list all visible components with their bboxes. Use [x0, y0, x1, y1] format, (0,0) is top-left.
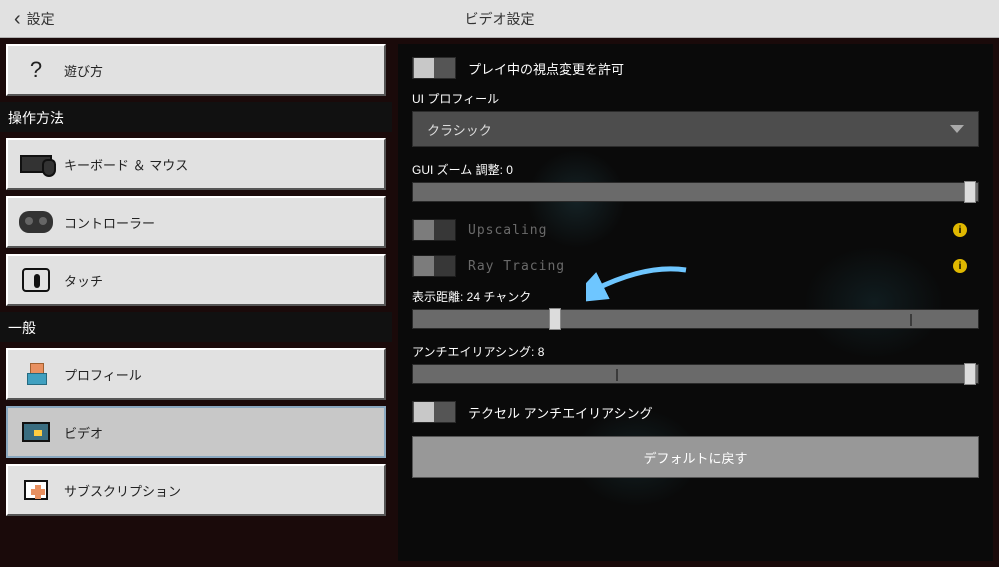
gui-zoom-row: GUI ズーム 調整: 0 — [412, 161, 979, 202]
render-distance-label: 表示距離: 24 チャンク — [412, 288, 979, 305]
back-label: 設定 — [27, 9, 55, 29]
back-button[interactable]: ‹ 設定 — [0, 0, 69, 37]
toggle-ray-tracing — [412, 255, 456, 277]
toggle-row-ray-tracing: Ray Tracing i — [412, 252, 979, 280]
gamepad-icon — [19, 211, 53, 233]
sidebar-item-keyboard-mouse[interactable]: キーボード ＆ マウス — [6, 138, 386, 190]
toggle-label: プレイ中の視点変更を許可 — [468, 59, 624, 78]
toggle-upscaling — [412, 219, 456, 241]
plus-icon — [24, 480, 48, 500]
sidebar-item-label: コントローラー — [64, 213, 155, 232]
chevron-down-icon — [950, 125, 964, 133]
toggle-row-texel-aa: テクセル アンチエイリアシング — [412, 398, 979, 426]
info-icon[interactable]: i — [953, 259, 967, 273]
profile-icon — [27, 363, 45, 385]
sidebar-item-label: ビデオ — [64, 423, 103, 442]
antialiasing-row: アンチエイリアシング: 8 — [412, 343, 979, 384]
antialiasing-label: アンチエイリアシング: 8 — [412, 343, 979, 360]
toggle-row-upscaling: Upscaling i — [412, 216, 979, 244]
section-header-general: 一般 — [0, 312, 392, 342]
sidebar-item-controller[interactable]: コントローラー — [6, 196, 386, 248]
gui-zoom-label: GUI ズーム 調整: 0 — [412, 161, 979, 178]
sidebar-item-subscription[interactable]: サブスクリプション — [6, 464, 386, 516]
chevron-left-icon: ‹ — [14, 9, 21, 29]
sidebar-item-touch[interactable]: タッチ — [6, 254, 386, 306]
dropdown-ui-profile[interactable]: クラシック — [412, 111, 979, 147]
render-distance-row: 表示距離: 24 チャンク — [412, 288, 979, 329]
sidebar-item-how-to-play[interactable]: ? 遊び方 — [6, 44, 386, 96]
toggle-texel-aa[interactable] — [412, 401, 456, 423]
slider-antialiasing[interactable] — [412, 364, 979, 384]
video-icon — [22, 422, 50, 442]
toggle-row-view-change: プレイ中の視点変更を許可 — [412, 54, 979, 82]
page-title: ビデオ設定 — [465, 9, 535, 29]
toggle-label: テクセル アンチエイリアシング — [468, 403, 653, 422]
topbar: ‹ 設定 ビデオ設定 — [0, 0, 999, 38]
question-icon: ? — [30, 57, 42, 83]
main: ? 遊び方 操作方法 キーボード ＆ マウス コントローラー タッチ 一般 プロ… — [0, 38, 999, 567]
slider-render-distance[interactable] — [412, 309, 979, 329]
reset-defaults-button[interactable]: デフォルトに戻す — [412, 436, 979, 478]
sidebar-item-video[interactable]: ビデオ — [6, 406, 386, 458]
sidebar-item-label: キーボード ＆ マウス — [64, 155, 188, 174]
sidebar-item-profile[interactable]: プロフィール — [6, 348, 386, 400]
sidebar-item-label: タッチ — [64, 271, 103, 290]
info-icon[interactable]: i — [953, 223, 967, 237]
sidebar-item-label: プロフィール — [64, 365, 142, 384]
dropdown-value: クラシック — [427, 120, 492, 139]
toggle-label: Ray Tracing — [468, 259, 565, 274]
section-header-controls: 操作方法 — [0, 102, 392, 132]
toggle-label: Upscaling — [468, 223, 547, 238]
keyboard-icon — [20, 155, 52, 173]
settings-panel: プレイ中の視点変更を許可 UI プロフィール クラシック GUI ズーム 調整:… — [398, 44, 993, 561]
slider-gui-zoom[interactable] — [412, 182, 979, 202]
ui-profile-label: UI プロフィール — [412, 90, 979, 107]
touch-icon — [22, 268, 50, 292]
sidebar-item-label: サブスクリプション — [64, 481, 181, 500]
toggle-view-change[interactable] — [412, 57, 456, 79]
button-label: デフォルトに戻す — [643, 448, 747, 467]
sidebar-item-label: 遊び方 — [64, 61, 103, 80]
sidebar: ? 遊び方 操作方法 キーボード ＆ マウス コントローラー タッチ 一般 プロ… — [0, 38, 392, 567]
